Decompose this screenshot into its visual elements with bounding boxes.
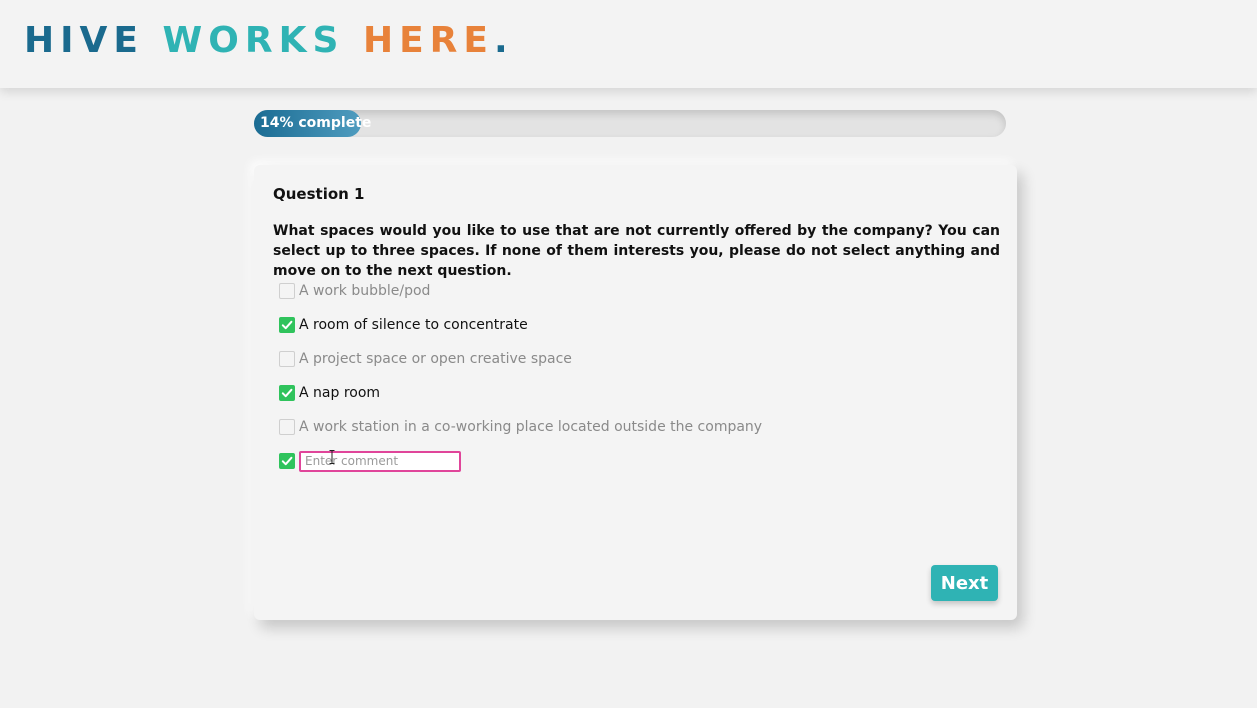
checkbox[interactable] [279,283,295,299]
option-nap-room[interactable]: A nap room [279,383,380,403]
logo: HIVE WORKS HERE. [24,20,508,61]
other-checkbox[interactable] [279,453,295,469]
comment-input[interactable] [299,450,461,472]
checkmark-icon [281,320,293,330]
option-label: A nap room [299,385,381,401]
checkmark-icon [281,456,293,466]
option-other [279,450,461,472]
checkmark-icon [281,388,293,398]
logo-word-here: HERE [362,20,494,61]
progress-bar-fill: 14% complete [254,110,371,137]
question-card: Question 1 What spaces would you like to… [254,165,1017,620]
checkbox[interactable] [279,419,295,435]
question-text: What spaces would you like to use that a… [273,223,1000,279]
logo-word-hive: HIVE [24,20,144,61]
option-label: A work station in a co-working place loc… [299,419,763,435]
checkbox[interactable] [279,385,295,401]
logo-dot: . [493,20,508,61]
checkbox[interactable] [279,317,295,333]
question-number: Question 1 [273,185,365,203]
logo-word-works: WORKS [162,20,345,61]
progress-bar: 14% complete [254,110,1006,137]
option-room-of-silence[interactable]: A room of silence to concentrate [279,315,528,335]
option-coworking-station[interactable]: A work station in a co-working place loc… [279,417,762,437]
option-label: A room of silence to concentrate [299,317,528,333]
checkbox[interactable] [279,351,295,367]
header-bar: HIVE WORKS HERE. [0,0,1257,88]
option-label: A project space or open creative space [299,351,572,367]
next-button[interactable]: Next [931,565,998,601]
option-label: A work bubble/pod [299,283,431,299]
text-cursor-icon [329,450,335,464]
option-work-bubble[interactable]: A work bubble/pod [279,281,430,301]
option-project-space[interactable]: A project space or open creative space [279,349,572,369]
progress-label: 14% complete [260,115,372,131]
